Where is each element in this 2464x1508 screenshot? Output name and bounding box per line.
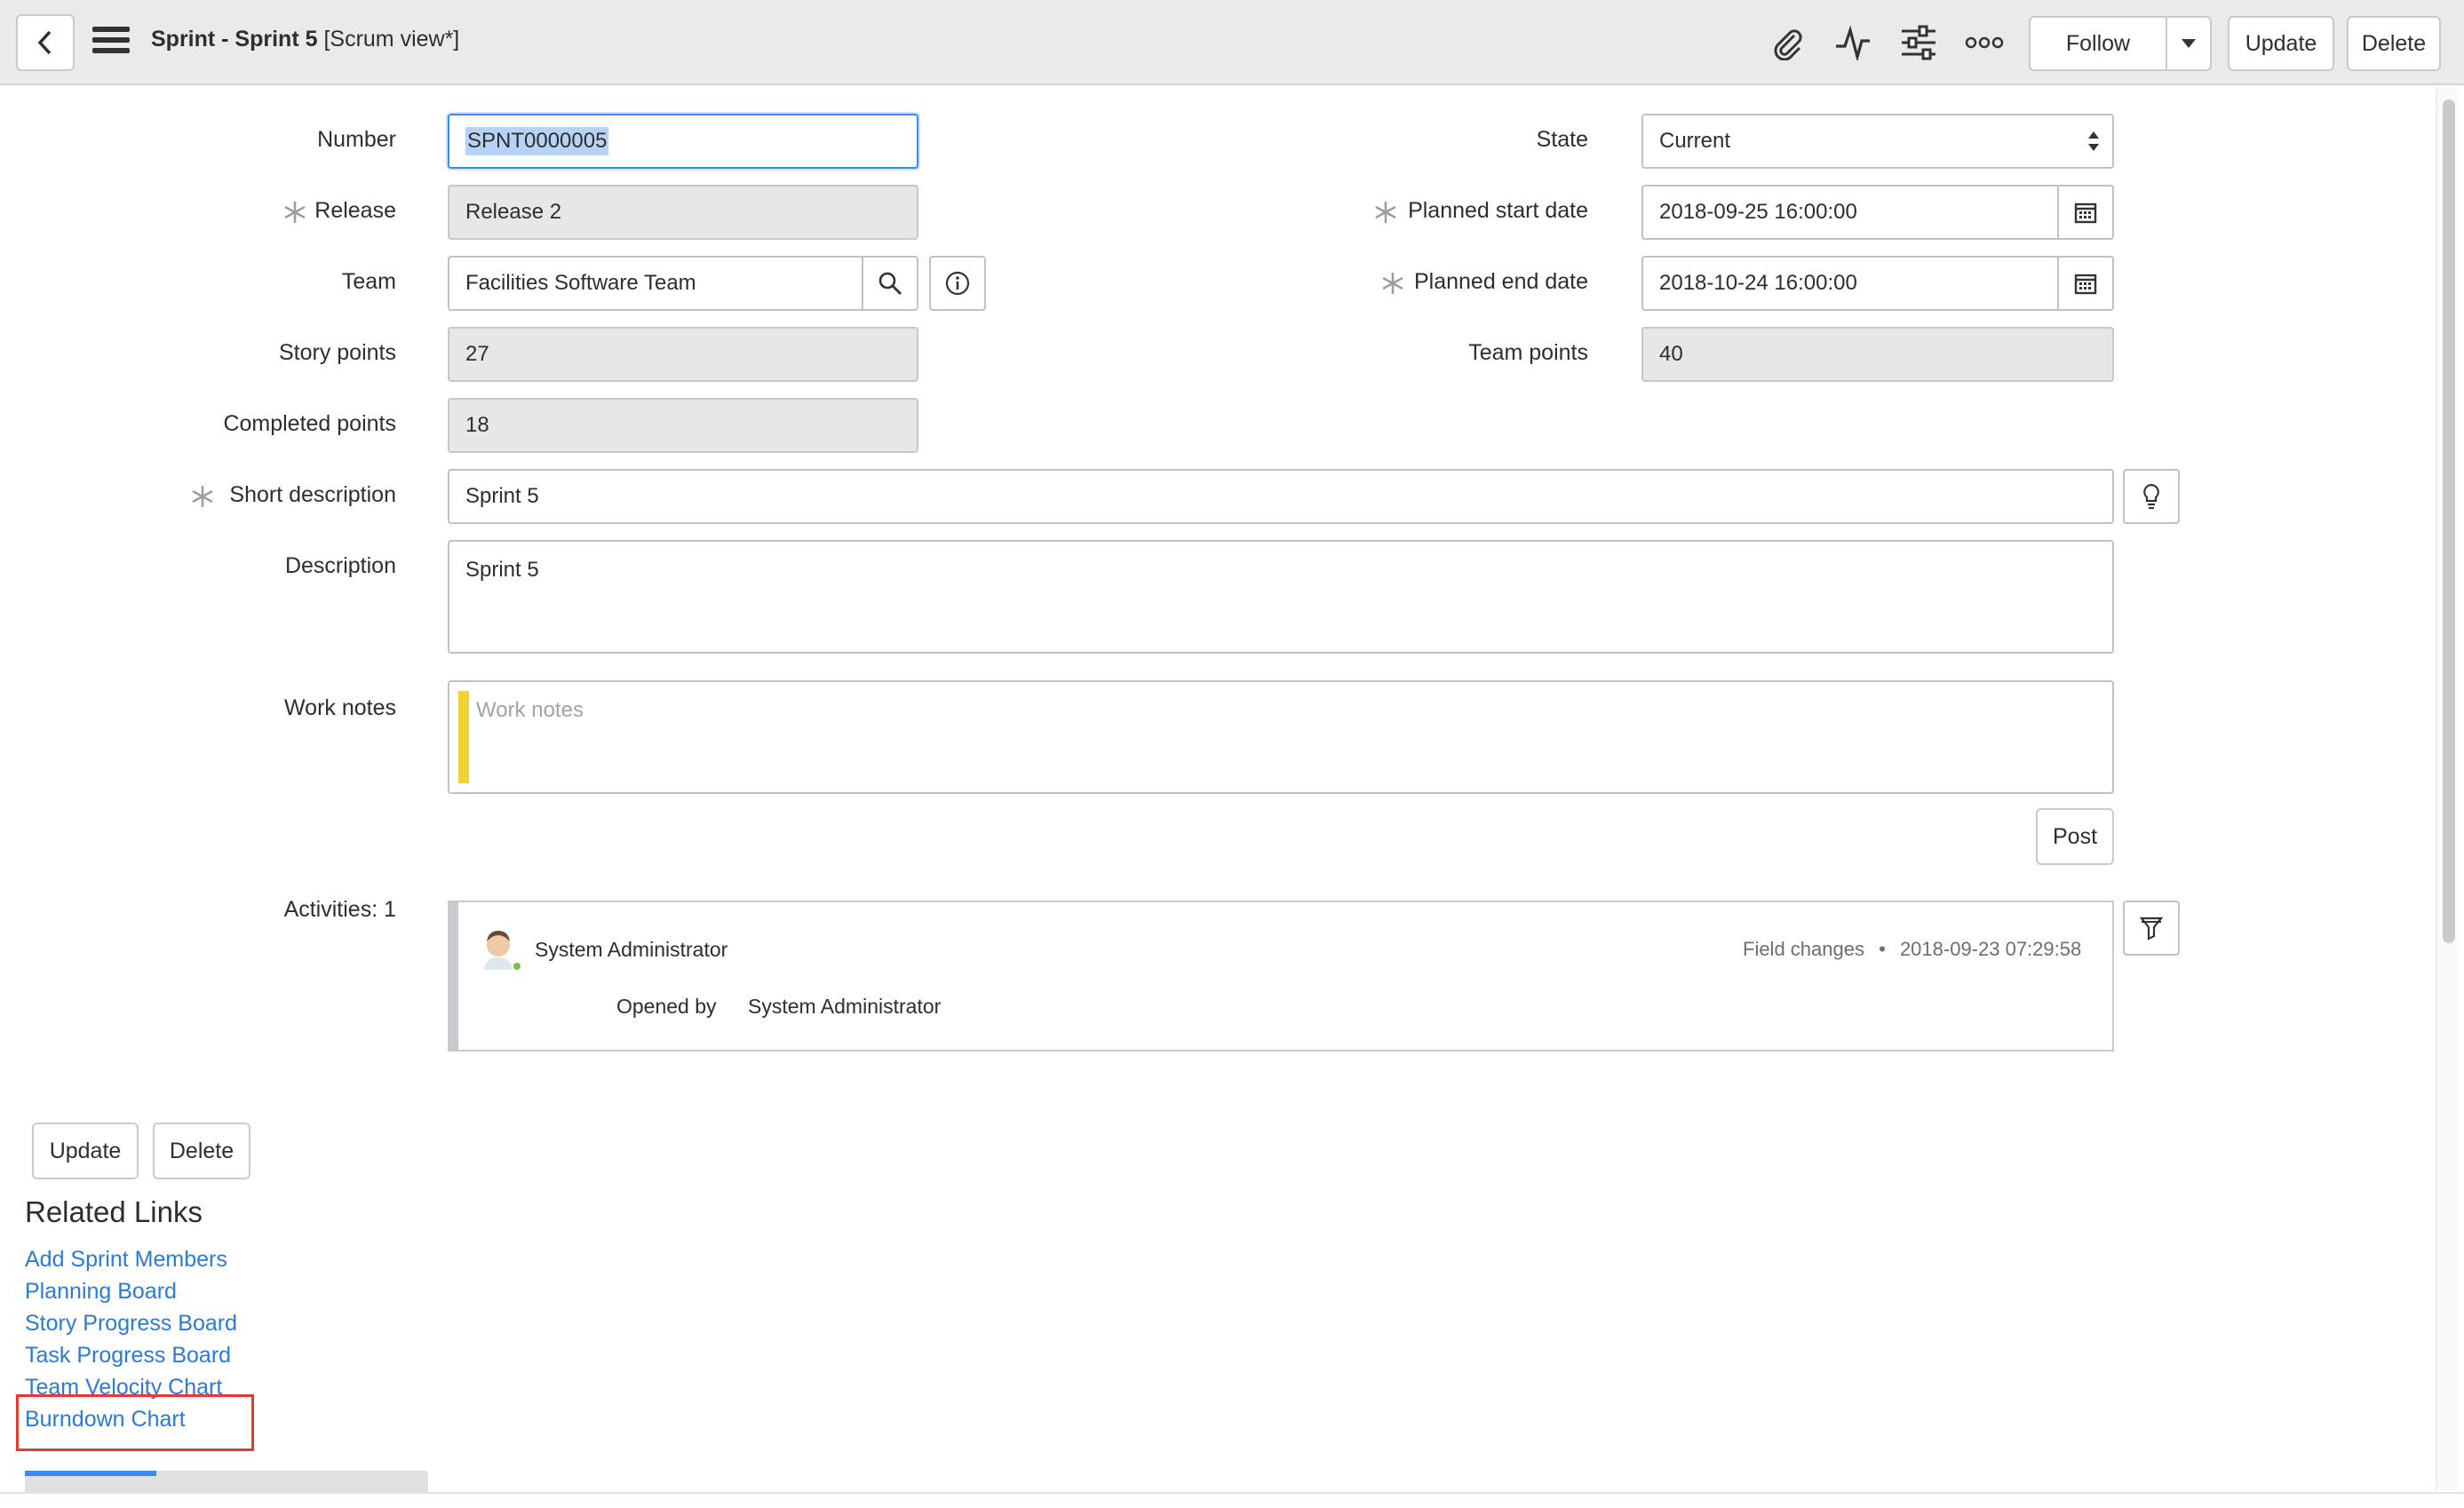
- activity-type: Field changes: [1743, 938, 1864, 960]
- link-story-progress-board[interactable]: Story Progress Board: [25, 1311, 237, 1337]
- info-icon: [945, 271, 970, 296]
- more-options-icon[interactable]: [1965, 23, 2004, 62]
- planned-end-calendar-button[interactable]: [2057, 256, 2114, 311]
- link-task-progress-board[interactable]: Task Progress Board: [25, 1343, 231, 1369]
- state-label: State: [1536, 127, 1588, 152]
- activity-field-value: System Administrator: [748, 995, 942, 1018]
- team-lookup-button[interactable]: [862, 256, 918, 311]
- activity-field-name: Opened by: [616, 995, 717, 1018]
- work-notes-label: Work notes: [284, 695, 396, 720]
- planned-start-calendar-button[interactable]: [2057, 185, 2114, 240]
- activity-filter-button[interactable]: [2123, 901, 2180, 956]
- mandatory-asterisk-icon: [192, 486, 213, 507]
- number-value: SPNT0000005: [465, 127, 609, 155]
- post-button[interactable]: Post: [2036, 808, 2114, 865]
- highlight-annotation-box: [16, 1394, 254, 1451]
- settings-sliders-icon[interactable]: [1899, 23, 1938, 62]
- activity-meta: Field changes • 2018-09-23 07:29:58: [1743, 938, 2081, 961]
- caret-down-icon: [2182, 39, 2196, 48]
- short-description-field[interactable]: Sprint 5: [448, 469, 2114, 524]
- team-points-label: Team points: [1468, 340, 1588, 365]
- activity-entry: [448, 901, 2114, 1052]
- suggestion-button[interactable]: [2123, 469, 2180, 524]
- scrollbar-thumb[interactable]: [2443, 99, 2455, 943]
- description-field[interactable]: Sprint 5: [448, 540, 2114, 654]
- work-notes-placeholder: Work notes: [476, 698, 584, 722]
- story-points-label: Story points: [278, 340, 396, 365]
- page-title: Sprint - Sprint 5 [Scrum view*]: [151, 27, 459, 52]
- short-description-label: Short description: [229, 482, 396, 507]
- paperclip-icon[interactable]: [1768, 23, 1807, 62]
- release-label: Release: [314, 198, 396, 223]
- link-planning-board[interactable]: Planning Board: [25, 1279, 177, 1305]
- team-points-field: 40: [1641, 327, 2114, 382]
- calendar-icon: [2074, 274, 2097, 295]
- related-list-tab-active[interactable]: [25, 1471, 156, 1476]
- activity-pulse-icon[interactable]: [1833, 23, 1872, 62]
- delete-button-bottom[interactable]: Delete: [153, 1123, 250, 1179]
- page-bottom-divider: [0, 1492, 2464, 1494]
- filter-funnel-icon: [2140, 917, 2163, 941]
- planned-start-date-field[interactable]: 2018-09-25 16:00:00: [1641, 185, 2059, 240]
- completed-points-field: 18: [448, 398, 918, 453]
- number-field[interactable]: SPNT0000005: [448, 114, 918, 169]
- view-name: [Scrum view*]: [317, 27, 460, 52]
- work-notes-accent-bar: [458, 691, 469, 783]
- activity-timestamp: 2018-09-23 07:29:58: [1899, 938, 2082, 960]
- planned-end-date-field[interactable]: 2018-10-24 16:00:00: [1641, 256, 2059, 311]
- lightbulb-icon: [2143, 483, 2159, 510]
- team-info-button[interactable]: [929, 256, 986, 311]
- back-button[interactable]: [16, 14, 75, 71]
- delete-button-top[interactable]: Delete: [2347, 16, 2441, 71]
- related-links-title: Related Links: [25, 1195, 203, 1228]
- activities-label: Activities: 1: [283, 897, 396, 922]
- link-add-sprint-members[interactable]: Add Sprint Members: [25, 1247, 227, 1273]
- number-label: Number: [317, 127, 396, 152]
- planned-end-date-label: Planned end date: [1413, 269, 1588, 294]
- search-icon: [878, 272, 902, 295]
- online-status-dot: [512, 961, 522, 972]
- record-title: Sprint - Sprint 5: [151, 27, 318, 52]
- update-button-bottom[interactable]: Update: [32, 1123, 139, 1179]
- team-label: Team: [341, 269, 396, 294]
- work-notes-field[interactable]: Work notes: [448, 680, 2114, 794]
- mandatory-asterisk-icon: [1375, 202, 1396, 223]
- story-points-field: 27: [448, 327, 918, 382]
- back-arrow-icon: [37, 30, 52, 55]
- state-select[interactable]: Current: [1641, 114, 2114, 169]
- follow-dropdown-button[interactable]: [2166, 16, 2212, 71]
- mandatory-asterisk-icon: [284, 202, 306, 223]
- team-field[interactable]: Facilities Software Team: [448, 256, 863, 311]
- mandatory-asterisk-icon: [1382, 273, 1403, 294]
- select-arrows-icon: [2088, 131, 2099, 151]
- activity-separator: •: [1879, 938, 1886, 960]
- form-header: Sprint - Sprint 5 [Scrum view*] Follow U…: [0, 0, 2464, 85]
- description-label: Description: [284, 553, 396, 578]
- state-value: Current: [1659, 129, 1731, 153]
- activity-user: System Administrator: [535, 938, 728, 961]
- planned-start-date-label: Planned start date: [1408, 198, 1588, 223]
- completed-points-label: Completed points: [223, 411, 396, 436]
- release-field: Release 2: [448, 185, 918, 240]
- calendar-icon: [2074, 202, 2097, 224]
- follow-button[interactable]: Follow: [2029, 16, 2167, 71]
- hamburger-menu-icon[interactable]: [92, 27, 130, 59]
- update-button-top[interactable]: Update: [2228, 16, 2334, 71]
